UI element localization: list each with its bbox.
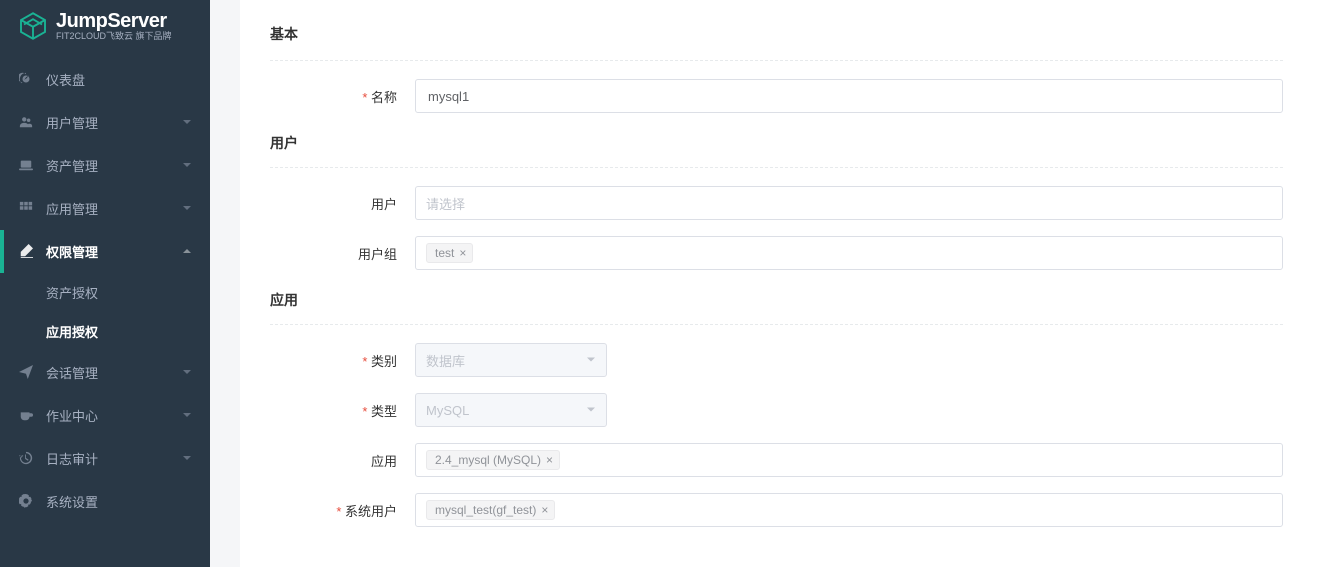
sub-nav-permission: 资产授权 应用授权 (0, 273, 210, 351)
sidebar-item-label: 作业中心 (46, 406, 98, 425)
sidebar-item-user-management[interactable]: 用户管理 (0, 101, 210, 144)
tag-label: mysql_test(gf_test) (435, 503, 536, 517)
sidebar-item-label: 应用管理 (46, 199, 98, 218)
chevron-down-icon (182, 408, 192, 423)
sidebar: JumpServer FIT2CLOUD飞致云 旗下品牌 仪表盘 用户管理 资产… (0, 0, 210, 567)
sidebar-item-asset-management[interactable]: 资产管理 (0, 144, 210, 187)
category-value: 数据库 (426, 351, 465, 370)
label-name: 名称 (270, 87, 415, 106)
sidebar-item-label: 资产管理 (46, 156, 98, 175)
tag-sysuser: mysql_test(gf_test) × (426, 500, 555, 520)
label-usergroup: 用户组 (270, 244, 415, 263)
section-title-user: 用户 (270, 133, 1283, 168)
row-user: 用户 请选择 (270, 186, 1283, 220)
tag-label: 2.4_mysql (MySQL) (435, 453, 541, 467)
user-select[interactable]: 请选择 (415, 186, 1283, 220)
sidebar-item-label: 会话管理 (46, 363, 98, 382)
name-input[interactable] (415, 79, 1283, 113)
sidebar-item-label: 系统设置 (46, 492, 98, 511)
section-user: 用户 用户 请选择 用户组 test × (270, 133, 1283, 270)
category-select[interactable]: 数据库 (415, 343, 607, 377)
tag-label: test (435, 246, 454, 260)
sidebar-item-log-audit[interactable]: 日志审计 (0, 437, 210, 480)
user-select-placeholder: 请选择 (426, 194, 465, 213)
coffee-icon (18, 407, 34, 423)
row-usergroup: 用户组 test × (270, 236, 1283, 270)
row-application: 应用 2.4_mysql (MySQL) × (270, 443, 1283, 477)
usergroup-select[interactable]: test × (415, 236, 1283, 270)
close-icon[interactable]: × (541, 504, 548, 516)
tag-usergroup: test × (426, 243, 473, 263)
grid-icon (18, 200, 34, 216)
sidebar-item-label: 日志审计 (46, 449, 98, 468)
sidebar-item-session-management[interactable]: 会话管理 (0, 351, 210, 394)
sidebar-item-system-settings[interactable]: 系统设置 (0, 480, 210, 523)
chevron-down-icon (182, 115, 192, 130)
sidebar-subitem-label: 资产授权 (46, 286, 98, 301)
label-type: 类型 (270, 401, 415, 420)
sidebar-item-permission-management[interactable]: 权限管理 (0, 230, 210, 273)
sidebar-item-job-center[interactable]: 作业中心 (0, 394, 210, 437)
history-icon (18, 450, 34, 466)
row-type: 类型 MySQL (270, 393, 1283, 427)
brand-sub: FIT2CLOUD飞致云 旗下品牌 (56, 32, 172, 42)
main-content: 基本 名称 用户 用户 请选择 用户组 test × (240, 0, 1343, 567)
type-select[interactable]: MySQL (415, 393, 607, 427)
section-app: 应用 类别 数据库 类型 MySQL (270, 290, 1283, 527)
chevron-down-icon (182, 201, 192, 216)
sidebar-item-app-management[interactable]: 应用管理 (0, 187, 210, 230)
chevron-down-icon (182, 451, 192, 466)
sidebar-item-label: 仪表盘 (46, 70, 85, 89)
logo-icon (18, 11, 48, 41)
edit-icon (18, 243, 34, 259)
main-nav: 仪表盘 用户管理 资产管理 应用管理 (0, 58, 210, 523)
row-name: 名称 (270, 79, 1283, 113)
users-icon (18, 114, 34, 130)
tag-application: 2.4_mysql (MySQL) × (426, 450, 560, 470)
close-icon[interactable]: × (459, 247, 466, 259)
sidebar-item-dashboard[interactable]: 仪表盘 (0, 58, 210, 101)
section-title-app: 应用 (270, 290, 1283, 325)
label-application: 应用 (270, 451, 415, 470)
chevron-down-icon (586, 353, 596, 368)
sysuser-select[interactable]: mysql_test(gf_test) × (415, 493, 1283, 527)
application-select[interactable]: 2.4_mysql (MySQL) × (415, 443, 1283, 477)
dashboard-icon (18, 71, 34, 87)
send-icon (18, 364, 34, 380)
logo-area: JumpServer FIT2CLOUD飞致云 旗下品牌 (0, 0, 210, 48)
row-sysuser: 系统用户 mysql_test(gf_test) × (270, 493, 1283, 527)
type-value: MySQL (426, 403, 469, 418)
section-basic: 基本 名称 (270, 20, 1283, 113)
label-user: 用户 (270, 194, 415, 213)
sidebar-subitem-asset-auth[interactable]: 资产授权 (0, 273, 210, 312)
chevron-up-icon (182, 244, 192, 259)
gear-icon (18, 493, 34, 509)
chevron-down-icon (586, 403, 596, 418)
label-sysuser: 系统用户 (270, 501, 415, 520)
brand-text: JumpServer FIT2CLOUD飞致云 旗下品牌 (56, 10, 172, 42)
label-category: 类别 (270, 351, 415, 370)
laptop-icon (18, 157, 34, 173)
brand-name: JumpServer (56, 10, 172, 32)
chevron-down-icon (182, 365, 192, 380)
sidebar-subitem-app-auth[interactable]: 应用授权 (0, 312, 210, 351)
sidebar-subitem-label: 应用授权 (46, 325, 98, 340)
sidebar-item-label: 用户管理 (46, 113, 98, 132)
chevron-down-icon (182, 158, 192, 173)
close-icon[interactable]: × (546, 454, 553, 466)
section-title-basic: 基本 (270, 20, 1283, 61)
sidebar-item-label: 权限管理 (46, 242, 98, 261)
row-category: 类别 数据库 (270, 343, 1283, 377)
